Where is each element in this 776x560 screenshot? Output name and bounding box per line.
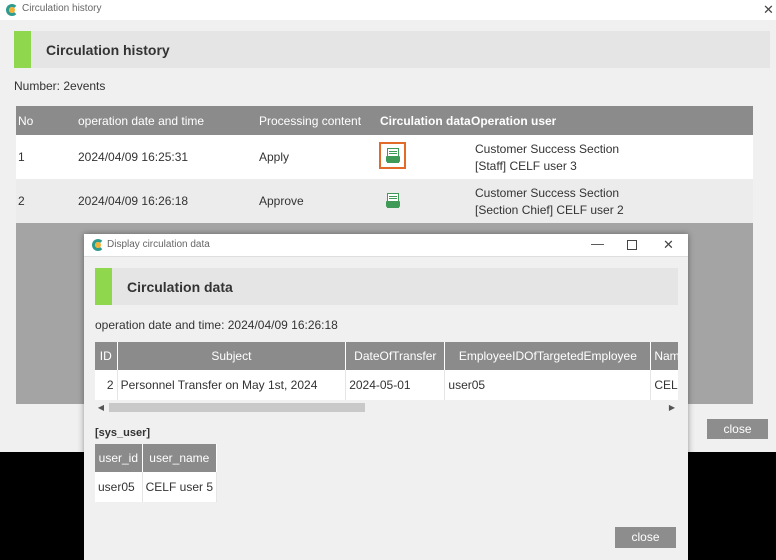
- cell-date: 2024-05-01: [345, 370, 446, 400]
- dialog-title: Display circulation data: [107, 239, 210, 250]
- cell-id: 2: [95, 370, 118, 400]
- dialog-section-title: Circulation data: [127, 279, 233, 295]
- section-title: Circulation history: [46, 42, 170, 58]
- cell-subject: Personnel Transfer on May 1st, 2024: [117, 370, 347, 400]
- col-processing: Processing content: [259, 114, 362, 128]
- cell-user-id: user05: [95, 472, 143, 502]
- row-no: 1: [18, 150, 25, 164]
- row-user-name: [Staff] CELF user 3: [475, 159, 577, 173]
- sys-user-label: [sys_user]: [95, 427, 151, 439]
- table-row[interactable]: 2 2024/04/09 16:26:18 Approve Customer S…: [16, 179, 753, 223]
- operation-datetime: operation date and time: 2024/04/09 16:2…: [95, 318, 338, 332]
- sys-user-table: user_id user_name user05 CELF user 5: [95, 444, 218, 502]
- minimize-icon[interactable]: —: [591, 236, 604, 251]
- cell-employee-name: CELF user 5: [650, 370, 678, 400]
- col-id: ID: [95, 342, 118, 370]
- row-content: Approve: [259, 194, 304, 208]
- grid-header: No operation date and time Processing co…: [16, 106, 753, 135]
- window-title: Circulation history: [22, 3, 102, 14]
- dialog-section-header: Circulation data: [95, 268, 678, 305]
- close-dialog-icon[interactable]: ✕: [663, 237, 674, 253]
- horizontal-scrollbar[interactable]: ◀ ▶: [95, 401, 678, 414]
- accent-bar: [95, 268, 112, 305]
- accent-bar: [14, 31, 31, 68]
- col-user-id: user_id: [95, 444, 143, 472]
- table-row[interactable]: 2 Personnel Transfer on May 1st, 2024 20…: [95, 370, 678, 400]
- circulation-data-dialog: Display circulation data — ✕ Circulation…: [84, 234, 688, 560]
- window-titlebar: Circulation history ✕: [0, 0, 776, 20]
- app-logo-icon: [6, 4, 18, 16]
- scroll-thumb[interactable]: [109, 403, 365, 412]
- close-button[interactable]: close: [707, 419, 768, 439]
- circulation-data-table: ID Subject DateOfTransfer EmployeeIDOfTa…: [95, 342, 678, 400]
- cell-user-name: CELF user 5: [142, 472, 218, 502]
- col-no: No: [18, 114, 34, 128]
- row-user-section: Customer Success Section: [475, 142, 620, 156]
- col-circulation-data: Circulation data: [380, 114, 471, 128]
- col-date-of-transfer: DateOfTransfer: [345, 342, 446, 370]
- col-employee-id: EmployeeIDOfTargetedEmployee: [444, 342, 652, 370]
- event-count: Number: 2events: [14, 79, 106, 93]
- row-no: 2: [18, 194, 25, 208]
- table-row[interactable]: user05 CELF user 5: [95, 472, 218, 502]
- dialog-titlebar: Display circulation data — ✕: [84, 234, 688, 257]
- dialog-close-button[interactable]: close: [615, 527, 676, 548]
- col-employee-name: NameOfTargetedEmployee: [650, 342, 678, 370]
- row-datetime: 2024/04/09 16:25:31: [78, 150, 189, 164]
- row-datetime: 2024/04/09 16:26:18: [78, 194, 189, 208]
- col-datetime: operation date and time: [78, 114, 205, 128]
- data-table-viewport: ID Subject DateOfTransfer EmployeeIDOfTa…: [95, 342, 678, 401]
- cell-employee-id: user05: [444, 370, 652, 400]
- col-subject: Subject: [117, 342, 347, 370]
- scroll-left-icon[interactable]: ◀: [95, 401, 107, 414]
- row-user-section: Customer Success Section: [475, 186, 620, 200]
- row-content: Apply: [259, 150, 290, 164]
- row-user-name: [Section Chief] CELF user 2: [475, 203, 624, 217]
- circulation-data-icon[interactable]: [386, 148, 400, 164]
- section-header: Circulation history: [14, 31, 770, 68]
- maximize-icon[interactable]: [627, 240, 637, 250]
- col-user-name: user_name: [142, 444, 218, 472]
- app-logo-icon: [92, 239, 104, 251]
- close-window-icon[interactable]: ✕: [763, 3, 774, 16]
- col-operation-user: Operation user: [471, 114, 557, 128]
- scroll-right-icon[interactable]: ▶: [666, 401, 678, 414]
- circulation-data-icon[interactable]: [386, 193, 400, 209]
